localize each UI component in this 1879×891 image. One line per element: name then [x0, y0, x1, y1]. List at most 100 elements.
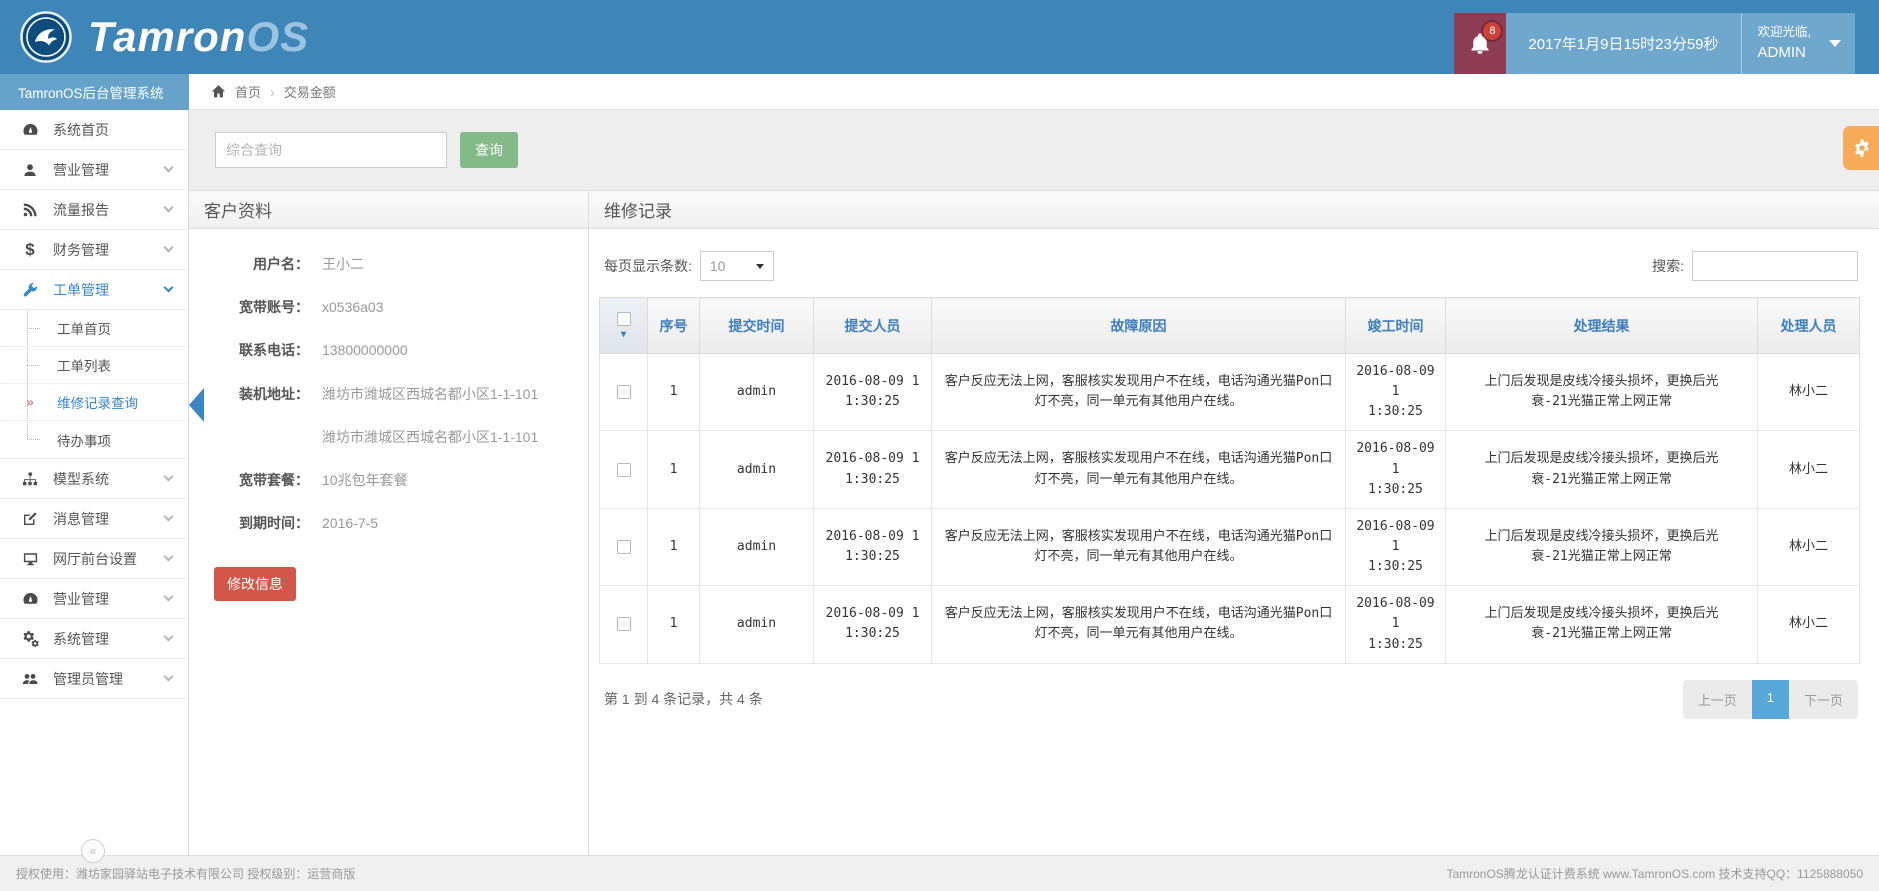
- sidebar-subitem-维修记录查询[interactable]: »维修记录查询: [0, 384, 188, 421]
- users-icon: [20, 671, 40, 687]
- sidebar-item-label: 工单管理: [53, 280, 109, 300]
- cell-finish_time: 2016-08-09 1 1:30:25: [1346, 586, 1446, 663]
- breadcrumb-home[interactable]: 首页: [235, 82, 261, 101]
- customer-panel-title: 客户资料: [189, 191, 588, 229]
- table-row: 1admin2016-08-09 1 1:30:25客户反应无法上网，客服核实发…: [600, 431, 1860, 508]
- customer-field-value: 王小二: [322, 255, 364, 273]
- chevron-down-icon: [164, 512, 174, 522]
- rss-icon: [20, 202, 40, 218]
- cell-seq: 1: [648, 508, 700, 585]
- customer-field-row: 用户名： 王小二: [201, 255, 570, 273]
- table-row: 1admin 2016-08-09 1 1:30:25客户反应无法上网，客服核实发…: [600, 508, 1860, 585]
- column-header-提交人员[interactable]: 提交人员: [814, 298, 932, 354]
- row-checkbox-cell: [600, 586, 648, 663]
- sidebar-item-5-模型系统[interactable]: 模型系统: [0, 459, 188, 499]
- sidebar-item-7-网厅前台设置[interactable]: 网厅前台设置: [0, 539, 188, 579]
- submenu-工单管理: »工单首页»工单列表»维修记录查询»待办事项: [0, 310, 188, 459]
- cell-submit_time: 2016-08-09 1 1:30:25: [814, 431, 932, 508]
- query-button[interactable]: 查询: [460, 132, 518, 168]
- chevron-down-icon: [164, 472, 174, 482]
- customer-field-row: 宽带套餐：10兆包年套餐: [201, 471, 570, 489]
- customer-field-row: 到期时间： 2016-7-5: [201, 514, 570, 532]
- cell-result: 上门后发现是皮线冷接头损坏，更换后光 衰-21光猫正常上网正常: [1446, 508, 1758, 585]
- pagination: 上一页 1 下一页: [1683, 680, 1858, 719]
- table-search-input[interactable]: [1692, 251, 1858, 281]
- row-checkbox[interactable]: [617, 385, 631, 399]
- column-header-竣工时间[interactable]: 竣工时间: [1346, 298, 1446, 354]
- sidebar-item-9-系统管理[interactable]: 系统管理: [0, 619, 188, 659]
- logo: TamronOS: [0, 0, 309, 74]
- customer-field-label: 宽带账号：: [201, 298, 309, 316]
- username: ADMIN: [1758, 42, 1811, 65]
- cell-submitter: admin: [700, 586, 814, 663]
- sidebar-collapse-button[interactable]: «: [81, 839, 105, 863]
- next-page-button[interactable]: 下一页: [1789, 680, 1858, 719]
- repair-records-panel: 维修记录 每页显示条数: 10 搜索:: [589, 191, 1879, 855]
- cell-handler: 林小二: [1758, 354, 1860, 431]
- cell-finish_time: 2016-08-09 1 1:30:25: [1346, 508, 1446, 585]
- chevron-down-icon: [164, 632, 174, 642]
- table-row: 1admin2016-08-09 1 1:30:25客户反应无法上网，客服核实发…: [600, 354, 1860, 431]
- gears-icon: [20, 630, 40, 647]
- gauge-icon: [20, 590, 40, 607]
- theme-settings-button[interactable]: [1843, 126, 1879, 170]
- sidebar-item-label: 管理员管理: [53, 669, 123, 689]
- sidebar-item-1-营业管理[interactable]: 营业管理: [0, 150, 188, 190]
- cell-fault: 客户反应无法上网，客服核实发现用户不在线，电话沟通光猫Pon口 灯不亮，同一单元…: [932, 586, 1346, 663]
- sidebar-subitem-待办事项[interactable]: »待办事项: [0, 421, 188, 458]
- user-menu[interactable]: 欢迎光临, ADMIN: [1741, 13, 1855, 74]
- row-checkbox[interactable]: [617, 463, 631, 477]
- tree-stub: [27, 439, 40, 440]
- customer-field-value: 13800000000: [322, 341, 408, 359]
- customer-field-row: 宽带账号： x0536a03: [201, 298, 570, 316]
- breadcrumb-separator: ›: [270, 84, 275, 100]
- sidebar-item-2-流量报告[interactable]: 流量报告: [0, 190, 188, 230]
- sidebar-item-10-管理员管理[interactable]: 管理员管理: [0, 659, 188, 699]
- cell-handler: 林小二: [1758, 508, 1860, 585]
- sidebar-subitem-label: 维修记录查询: [57, 392, 138, 412]
- page-size-select[interactable]: 10: [700, 251, 774, 281]
- sidebar-item-4-工单管理[interactable]: 工单管理: [0, 270, 188, 310]
- prev-page-button[interactable]: 上一页: [1683, 680, 1752, 719]
- app-window: TamronOS 8 2017年1月9日15时23分59秒 欢迎光临, ADMI…: [0, 0, 1879, 891]
- sort-caret-icon[interactable]: ▾: [601, 329, 646, 340]
- edit-info-button[interactable]: 修改信息: [214, 567, 296, 601]
- table-search-label: 搜索:: [1652, 256, 1684, 276]
- customer-field-label: 用户名：: [201, 255, 309, 273]
- sidebar-menu: 系统首页营业管理流量报告$财务管理工单管理»工单首页»工单列表»维修记录查询»待…: [0, 110, 189, 855]
- column-header-故障原因[interactable]: 故障原因: [932, 298, 1346, 354]
- chevron-down-icon: [164, 552, 174, 562]
- customer-field-value: 2016-7-5: [322, 514, 378, 532]
- sidebar-subitem-工单首页[interactable]: »工单首页: [0, 310, 188, 347]
- notifications-button[interactable]: 8: [1454, 13, 1506, 74]
- tree-stub: [27, 365, 40, 366]
- user-menu-caret-icon: [1829, 40, 1841, 47]
- row-checkbox[interactable]: [617, 540, 631, 554]
- cell-fault: 客户反应无法上网，客服核实发现用户不在线，电话沟通光猫Pon口 灯不亮，同一单元…: [932, 354, 1346, 431]
- cell-submitter: admin: [700, 354, 814, 431]
- sidebar-title: TamronOS后台管理系统: [0, 74, 189, 110]
- notification-badge: 8: [1483, 22, 1501, 40]
- cell-submit_time: 2016-08-09 1 1:30:25: [814, 586, 932, 663]
- column-header-处理结果[interactable]: 处理结果: [1446, 298, 1758, 354]
- column-header-提交时间[interactable]: 提交时间: [700, 298, 814, 354]
- row-checkbox[interactable]: [617, 617, 631, 631]
- chevron-down-icon: [164, 283, 174, 293]
- global-search-input[interactable]: [215, 132, 447, 168]
- sidebar-subitem-工单列表[interactable]: »工单列表: [0, 347, 188, 384]
- select-all-checkbox[interactable]: [617, 312, 631, 326]
- current-page-button[interactable]: 1: [1752, 680, 1789, 719]
- column-header-序号[interactable]: 序号: [648, 298, 700, 354]
- cell-result: 上门后发现是皮线冷接头损坏，更换后光 衰-21光猫正常上网正常: [1446, 586, 1758, 663]
- sidebar-item-0-系统首页[interactable]: 系统首页: [0, 110, 188, 150]
- chevron-down-icon: [164, 592, 174, 602]
- sidebar-item-3-财务管理[interactable]: $财务管理: [0, 230, 188, 270]
- sidebar-item-8-营业管理[interactable]: 营业管理: [0, 579, 188, 619]
- column-header-处理人员[interactable]: 处理人员: [1758, 298, 1860, 354]
- sidebar-item-6-消息管理[interactable]: 消息管理: [0, 499, 188, 539]
- customer-field-label: 到期时间：: [201, 514, 309, 532]
- customer-field-value: x0536a03: [322, 298, 384, 316]
- cell-submitter: admin: [700, 508, 814, 585]
- cell-fault: 客户反应无法上网，客服核实发现用户不在线，电话沟通光猫Pon口 灯不亮，同一单元…: [932, 508, 1346, 585]
- customer-field-value: 10兆包年套餐: [322, 471, 408, 489]
